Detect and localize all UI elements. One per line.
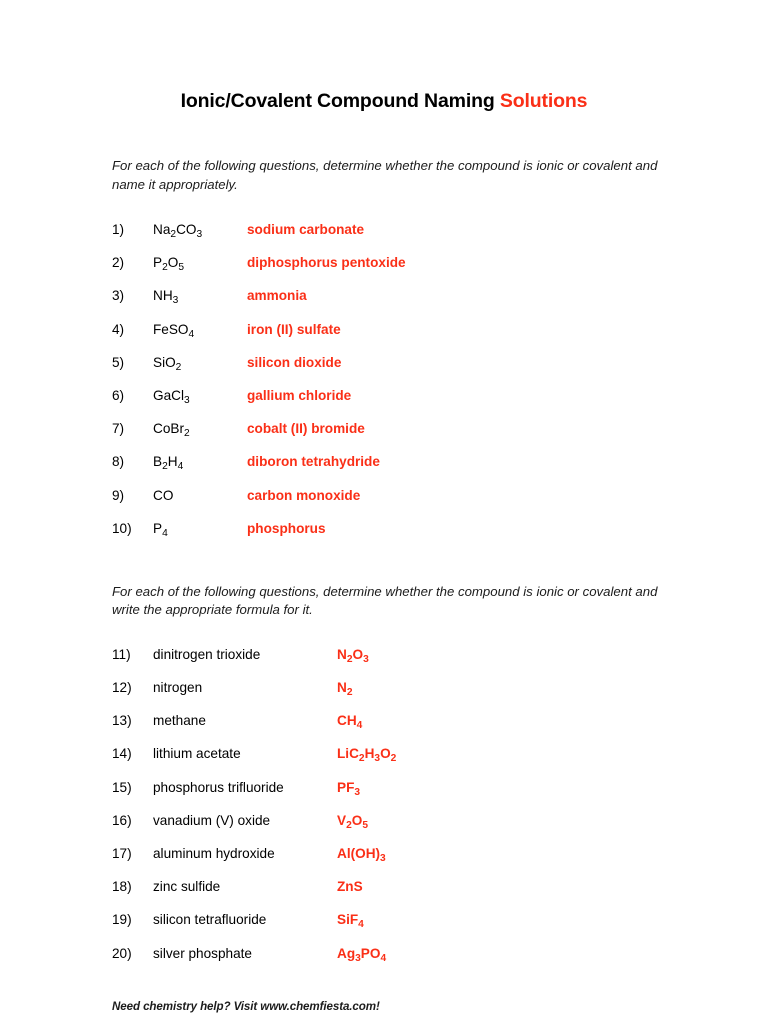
question-row: 15) phosphorus trifluoride PF3 [112,771,664,804]
question-number: 12) [112,680,132,696]
section-2-question-list: 11) dinitrogen trioxide N2O3 12) nitrogen N2 1… [112,638,664,970]
question-number: 5) [112,354,125,370]
answer-formula: PF3 [337,779,361,798]
question-number: 1) [112,222,125,237]
question-row: 12) nitrogen N2 [112,671,664,704]
page-title: Ionic/Covalent Compound Naming Solutions [112,88,664,114]
question-formula: Na2CO3 [153,222,203,240]
question-number: 6) [112,387,125,403]
answer-compound-name: carbon monoxide [247,487,361,503]
question-formula: GaCl3 [153,387,190,406]
question-formula: NH3 [153,288,179,307]
answer-formula: ZnS [337,879,363,895]
question-compound-name: phosphorus trifluoride [153,779,284,795]
question-number: 9) [112,487,125,503]
question-row: 6) GaCl3 gallium chloride [112,379,664,412]
question-formula: B2H4 [153,454,184,473]
question-number: 17) [112,846,132,861]
question-row: 11) dinitrogen trioxide N2O3 [112,638,664,671]
answer-formula: CH4 [337,713,363,732]
question-row: 20) silver phosphate Ag3PO4 [112,937,664,970]
answer-formula: Ag3PO4 [337,945,387,964]
question-number: 14) [112,746,132,762]
question-number: 3) [112,288,125,304]
question-compound-name: zinc sulfide [153,879,221,895]
answer-compound-name: gallium chloride [247,387,352,403]
question-number: 4) [112,321,125,337]
question-row: 1) Na2CO3 sodium carbonate [112,213,664,246]
question-row: 4) FeSO4 iron (II) sulfate [112,313,664,346]
worksheet-page: Ionic/Covalent Compound Naming Solutions… [0,0,768,1013]
section-2-instructions: For each of the following questions, det… [112,583,658,618]
answer-compound-name: cobalt (II) bromide [247,421,365,437]
question-row: 18) zinc sulfide ZnS [112,870,664,903]
question-formula: FeSO4 [153,321,195,340]
question-formula: P2O5 [153,255,184,274]
question-formula: CoBr2 [153,421,190,439]
answer-compound-name: phosphorus [247,520,326,536]
question-number: 8) [112,454,125,470]
question-compound-name: silicon tetrafluoride [153,912,267,928]
answer-formula: SiF4 [337,912,364,931]
section-1-question-list: 1) Na2CO3 sodium carbonate 2) P2O5 diphosphor… [112,213,664,545]
answer-formula: N2O3 [337,646,369,665]
page-title-accent: Solutions [499,90,588,112]
question-compound-name: methane [153,713,206,729]
question-row: 3) NH3 ammonia [112,279,664,312]
question-number: 11) [112,646,131,662]
question-number: 15) [112,779,132,795]
answer-compound-name: ammonia [247,288,307,304]
answer-compound-name: silicon dioxide [247,354,342,370]
answer-formula: V2O5 [337,812,368,831]
question-compound-name: aluminum hydroxide [153,846,275,861]
question-number: 13) [112,713,132,729]
question-number: 16) [112,812,132,828]
question-row: 17) aluminum hydroxide Al(OH)3 [112,837,664,870]
question-row: 13) methane CH4 [112,704,664,737]
question-formula: CO [153,487,174,503]
question-row: 5) SiO2 silicon dioxide [112,346,664,379]
answer-compound-name: sodium carbonate [247,222,365,237]
question-compound-name: nitrogen [153,680,203,696]
question-compound-name: lithium acetate [153,746,241,762]
question-number: 19) [112,912,132,928]
answer-formula: Al(OH)3 [337,846,386,864]
question-compound-name: silver phosphate [153,945,252,961]
question-row: 8) B2H4 diboron tetrahydride [112,445,664,478]
question-row: 7) CoBr2 cobalt (II) bromide [112,412,664,445]
question-row: 19) silicon tetrafluoride SiF4 [112,903,664,936]
section-1-instructions: For each of the following questions, det… [112,158,658,192]
question-compound-name: dinitrogen trioxide [153,646,261,662]
question-number: 2) [112,255,125,271]
question-row: 9) CO carbon monoxide [112,479,664,512]
answer-compound-name: diboron tetrahydride [247,454,380,470]
question-formula: P4 [153,520,168,539]
footer-note: Need chemistry help? Visit www.chemfiest… [112,999,380,1013]
question-row: 16) vanadium (V) oxide V2O5 [112,804,664,837]
answer-compound-name: diphosphorus pentoxide [247,255,406,271]
question-number: 20) [112,945,132,961]
question-row: 10) P4 phosphorus [112,512,664,545]
answer-compound-name: iron (II) sulfate [247,321,341,337]
question-number: 18) [112,879,132,895]
question-row: 14) lithium acetate LiC2H3O2 [112,737,664,770]
answer-formula: LiC2H3O2 [337,746,397,765]
question-formula: SiO2 [153,354,182,373]
page-title-main: Ionic/Covalent Compound Naming [180,90,500,112]
answer-formula: N2 [337,680,353,698]
question-compound-name: vanadium (V) oxide [153,812,271,828]
question-number: 10) [112,520,132,536]
question-row: 2) P2O5 diphosphorus pentoxide [112,246,664,279]
question-number: 7) [112,421,125,437]
